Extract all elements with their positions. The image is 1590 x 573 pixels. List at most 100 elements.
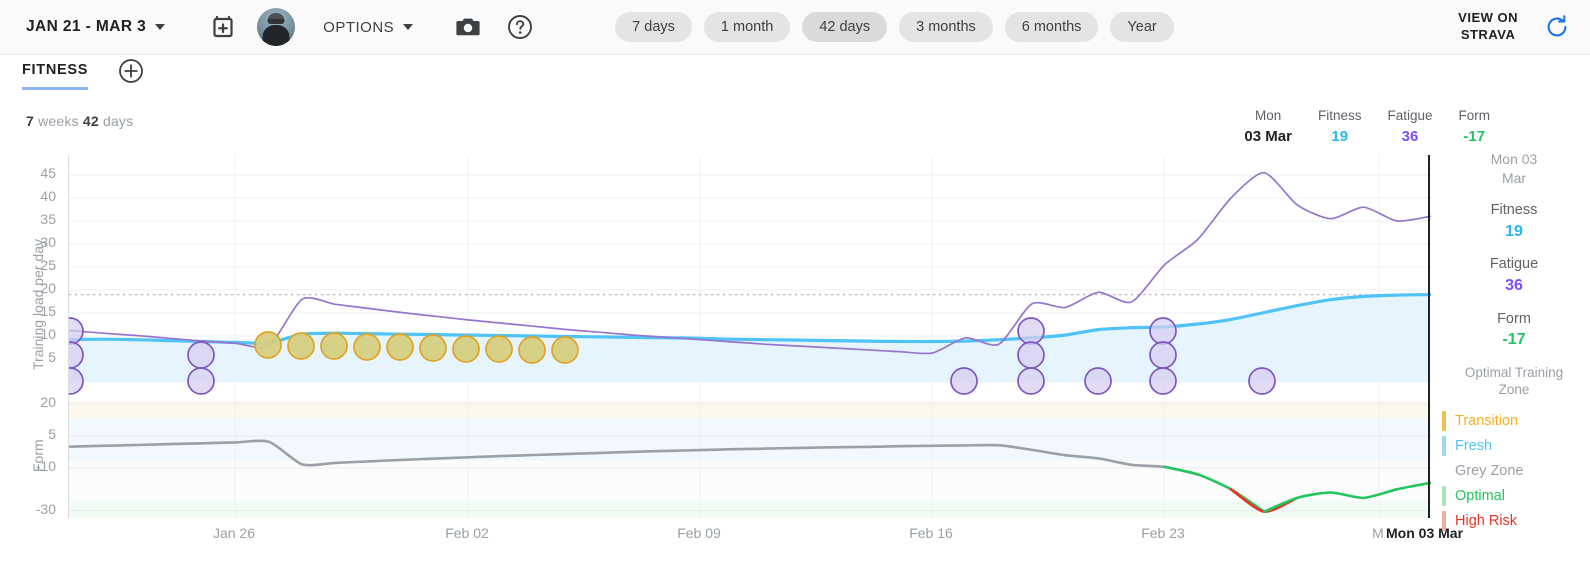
help-button[interactable] — [507, 14, 533, 40]
y-tick-load-15: 15 — [40, 303, 56, 319]
side-panel-fitness: Fitness 19 — [1440, 201, 1588, 242]
legend-label: High Risk — [1455, 513, 1518, 530]
range-chip-7-days[interactable]: 7 days — [615, 11, 692, 43]
legend-color-swatch — [1442, 436, 1446, 457]
weeks-word: weeks — [34, 113, 83, 129]
y-tick-load-20: 20 — [40, 280, 56, 296]
camera-icon — [456, 18, 480, 36]
refresh-icon — [1547, 15, 1567, 37]
top-toolbar: JAN 21 - MAR 3 OPTIONS 7 days 1 month 42… — [0, 0, 1590, 55]
toolbar-right-group: VIEW ON STRAVA — [1458, 0, 1570, 54]
date-range-selector[interactable]: JAN 21 - MAR 3 — [26, 18, 166, 36]
range-chip-year[interactable]: Year — [1110, 11, 1174, 43]
weeks-count: 7 — [26, 113, 34, 129]
x-tick-feb-02: Feb 02 — [445, 525, 489, 541]
days-count: 42 — [82, 113, 99, 129]
y-tick-load-10: 10 — [40, 326, 56, 342]
legend-color-swatch — [1442, 411, 1446, 432]
help-circle-icon — [508, 15, 533, 39]
header-stat-fitness-key: Fitness — [1317, 108, 1362, 123]
avatar[interactable] — [257, 8, 296, 46]
header-stats: Mon 03 Mar Fitness 19 Fatigue 36 Form -1… — [1244, 106, 1490, 147]
header-stat-form: Form -17 — [1459, 106, 1491, 147]
legend-item-optimal[interactable]: Optimal — [1442, 484, 1588, 509]
header-stat-form-value: -17 — [1463, 127, 1486, 145]
add-tab-button[interactable] — [118, 58, 144, 89]
refresh-button[interactable] — [1544, 14, 1570, 40]
side-panel-fatigue: Fatigue 36 — [1440, 255, 1588, 296]
x-tick-jan-26: Jan 26 — [212, 525, 256, 541]
range-chip-1-month[interactable]: 1 month — [703, 11, 791, 43]
chevron-down-icon — [403, 24, 414, 30]
options-menu[interactable]: OPTIONS — [323, 18, 414, 36]
y-tick-load-30: 30 — [40, 234, 56, 250]
header-stat-fatigue-value: 36 — [1401, 127, 1419, 145]
tab-fitness-label: FITNESS — [22, 62, 89, 78]
range-chip-6-months[interactable]: 6 months — [1004, 11, 1099, 43]
x-tick-feb-09: Feb 09 — [677, 525, 721, 541]
side-panel-date-line1: Mon 03 — [1490, 151, 1538, 167]
view-on-strava-line1: VIEW ON — [1458, 10, 1518, 26]
fitness-chart[interactable] — [68, 155, 1431, 518]
legend-item-fresh[interactable]: Fresh — [1442, 434, 1588, 459]
days-word: days — [98, 113, 134, 129]
view-on-strava-line2: STRAVA — [1460, 27, 1516, 42]
legend-color-swatch — [1442, 486, 1446, 507]
range-chip-group: 7 days 1 month 42 days 3 months 6 months… — [615, 11, 1174, 43]
range-chip-3-months[interactable]: 3 months — [899, 11, 993, 43]
side-panel-form-key: Form — [1497, 310, 1531, 327]
tab-bar: FITNESS — [0, 54, 1590, 98]
view-on-strava-link[interactable]: VIEW ON STRAVA — [1458, 10, 1518, 44]
side-panel-form: Form -17 — [1440, 310, 1588, 351]
zone-title-line2: Zone — [1498, 382, 1530, 398]
legend-item-grey-zone[interactable]: Grey Zone — [1442, 459, 1588, 484]
legend-color-swatch — [1442, 461, 1446, 481]
y-tick-form--10: -10 — [35, 458, 56, 474]
y-tick-form-5: 5 — [48, 426, 56, 442]
tab-fitness[interactable]: FITNESS — [22, 62, 89, 90]
side-panel-fatigue-value: 36 — [1505, 276, 1523, 294]
calendar-add-icon — [213, 15, 233, 38]
zone-legend: Transition Fresh Grey Zone Optimal High … — [1440, 409, 1588, 534]
legend-label: Grey Zone — [1455, 463, 1524, 480]
header-stat-form-key: Form — [1458, 108, 1491, 123]
chart-cursor-line[interactable] — [1428, 155, 1430, 518]
chart-canvas — [69, 155, 1431, 518]
header-stat-fitness-value: 19 — [1331, 127, 1349, 145]
side-panel-zone-title: Optimal Training Zone — [1440, 364, 1588, 399]
side-panel-date: Mon 03 Mar — [1440, 150, 1588, 187]
y-tick-load-5: 5 — [48, 349, 56, 365]
side-panel-fitness-value: 19 — [1505, 222, 1523, 240]
add-calendar-button[interactable] — [211, 15, 235, 39]
legend-item-high-risk[interactable]: High Risk — [1442, 509, 1588, 534]
header-stat-fatigue: Fatigue 36 — [1387, 106, 1432, 147]
header-stat-fitness: Fitness 19 — [1318, 106, 1362, 147]
chevron-down-icon — [155, 24, 166, 30]
plus-circle-icon — [119, 59, 143, 83]
y-tick-form-20: 20 — [40, 394, 56, 410]
y-tick-load-45: 45 — [40, 165, 56, 181]
chart-side-panel: Mon 03 Mar Fitness 19 Fatigue 36 Form -1… — [1440, 150, 1588, 534]
y-tick-load-35: 35 — [40, 211, 56, 227]
y-tick-load-25: 25 — [40, 257, 56, 273]
legend-color-swatch — [1442, 511, 1446, 532]
range-chip-42-days[interactable]: 42 days — [802, 11, 888, 43]
date-range-label: JAN 21 - MAR 3 — [26, 18, 147, 35]
x-tick-feb-16: Feb 16 — [909, 525, 953, 541]
options-label: OPTIONS — [323, 18, 395, 36]
side-panel-form-value: -17 — [1502, 331, 1526, 349]
duration-subtitle: 7 weeks 42 days — [26, 113, 133, 129]
side-panel-date-line2: Mar — [1501, 169, 1527, 186]
legend-label: Transition — [1455, 413, 1519, 430]
legend-item-transition[interactable]: Transition — [1442, 409, 1588, 434]
screenshot-button[interactable] — [455, 15, 481, 39]
y-tick-load-40: 40 — [40, 188, 56, 204]
legend-label: Optimal — [1455, 488, 1505, 505]
y-tick-form--30: -30 — [35, 500, 56, 517]
side-panel-fatigue-key: Fatigue — [1489, 256, 1539, 273]
header-stat-date: Mon 03 Mar — [1244, 106, 1292, 147]
header-stat-date-value: 03 Mar — [1244, 127, 1292, 145]
legend-label: Fresh — [1455, 438, 1493, 455]
side-panel-fitness-key: Fitness — [1490, 202, 1538, 219]
header-stat-date-key: Mon — [1255, 108, 1282, 123]
